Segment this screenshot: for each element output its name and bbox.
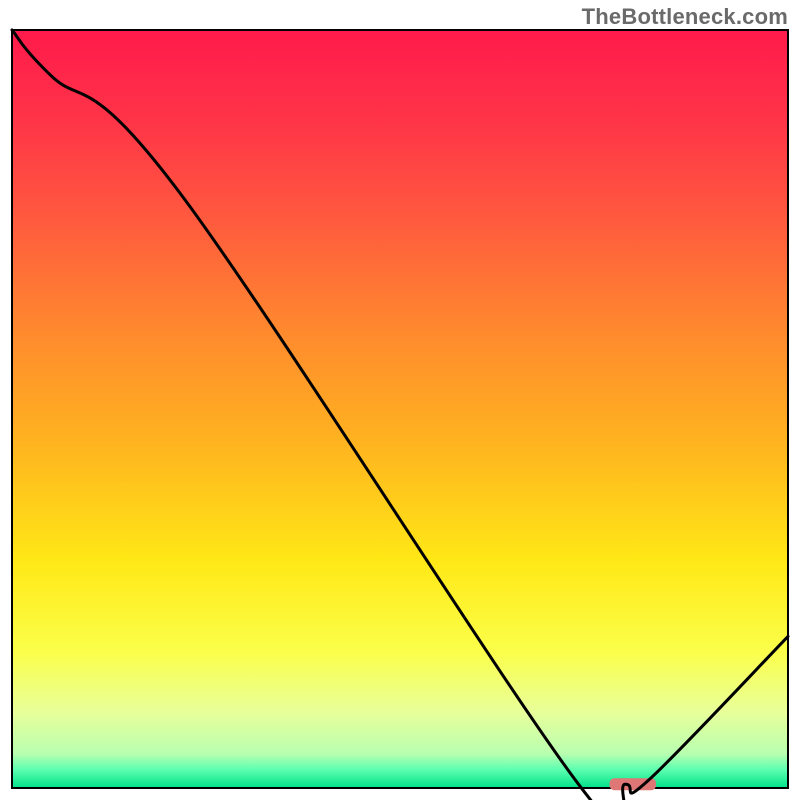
chart-container: TheBottleneck.com — [0, 0, 800, 800]
plot-background — [12, 30, 788, 788]
bottleneck-chart — [0, 0, 800, 800]
watermark-text: TheBottleneck.com — [582, 4, 788, 30]
